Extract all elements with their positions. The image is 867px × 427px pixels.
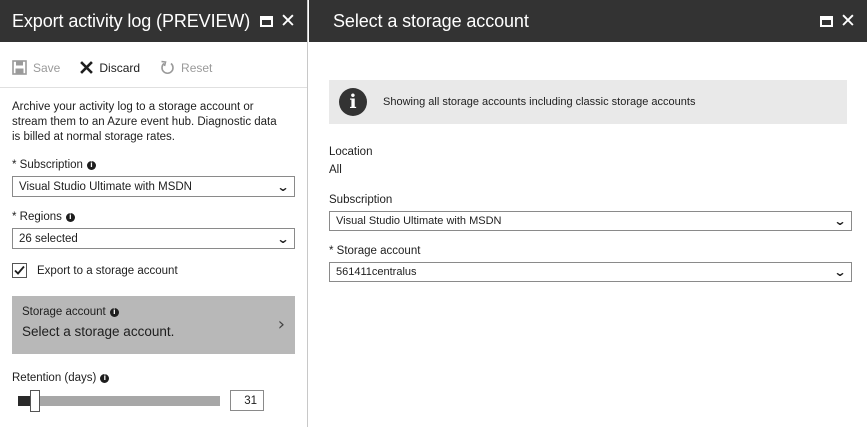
subscription-label-text: * Subscription — [12, 159, 83, 171]
discard-label: Discard — [99, 60, 141, 75]
reset-label: Reset — [181, 60, 213, 75]
command-bar: Save Discard Reset — [0, 48, 307, 88]
regions-dropdown[interactable]: 26 selected ⌄ — [12, 228, 295, 249]
close-button[interactable]: ✕ — [837, 10, 859, 32]
maximize-button[interactable] — [255, 10, 277, 32]
retention-label: Retention (days) i — [12, 372, 295, 384]
maximize-button[interactable] — [815, 10, 837, 32]
export-storage-label: Export to a storage account — [37, 264, 178, 277]
chevron-down-icon: ⌄ — [833, 214, 847, 228]
subscription-label: Subscription — [329, 194, 393, 206]
retention-days-input[interactable]: 31 — [230, 390, 264, 411]
description-text: Archive your activity log to a storage a… — [12, 101, 277, 143]
subscription-label: * Subscription i — [12, 159, 295, 171]
chevron-down-icon: ⌄ — [276, 231, 290, 246]
export-storage-row: Export to a storage account — [12, 263, 295, 278]
subscription-dropdown[interactable]: Visual Studio Ultimate with MSDN ⌄ — [329, 211, 852, 231]
export-activity-log-blade: Export activity log (PREVIEW) ✕ Save Dis… — [0, 0, 308, 427]
location-label: Location — [329, 146, 373, 158]
left-blade-title: Export activity log (PREVIEW) — [12, 10, 251, 31]
info-icon[interactable]: i — [109, 307, 119, 317]
chevron-down-icon: ⌄ — [833, 265, 847, 279]
retention-slider-row: 31 — [12, 389, 295, 412]
save-label: Save — [33, 60, 61, 75]
storage-account-label-text: Storage account — [22, 306, 106, 318]
retention-slider[interactable] — [18, 389, 220, 412]
info-banner-text: Showing all storage accounts including c… — [383, 96, 696, 108]
info-banner: i Showing all storage accounts including… — [329, 80, 847, 124]
info-icon[interactable]: i — [100, 373, 110, 383]
subscription-value: Visual Studio Ultimate with MSDN — [336, 215, 502, 227]
subscription-dropdown[interactable]: Visual Studio Ultimate with MSDN ⌄ — [12, 176, 295, 197]
select-storage-account-blade: Select a storage account ✕ i Showing all… — [309, 0, 867, 427]
retention-slider-thumb[interactable] — [30, 389, 40, 412]
retention-label-text: Retention (days) — [12, 372, 97, 384]
save-icon — [12, 60, 27, 75]
close-button[interactable]: ✕ — [277, 10, 299, 32]
info-icon[interactable]: i — [86, 160, 96, 170]
storage-account-label: * Storage account — [329, 245, 421, 257]
regions-label: * Regions i — [12, 211, 295, 223]
location-value: All — [329, 164, 342, 176]
storage-account-tile-label: Storage account i — [22, 306, 285, 318]
discard-icon — [80, 61, 94, 74]
regions-value: 26 selected — [19, 232, 78, 245]
info-icon[interactable]: i — [65, 212, 75, 222]
retention-slider-fill — [18, 395, 30, 406]
save-button[interactable]: Save — [12, 60, 60, 75]
close-icon: ✕ — [840, 9, 856, 32]
discard-button[interactable]: Discard — [80, 61, 140, 75]
subscription-value: Visual Studio Ultimate with MSDN — [19, 180, 192, 193]
storage-account-dropdown[interactable]: 561411centralus ⌄ — [329, 262, 852, 282]
left-blade-header: Export activity log (PREVIEW) ✕ — [0, 0, 307, 42]
maximize-icon — [819, 15, 833, 27]
storage-account-tile-value: Select a storage account. — [22, 324, 175, 339]
right-blade-header: Select a storage account ✕ — [309, 0, 867, 42]
storage-account-selector[interactable]: Storage account i Select a storage accou… — [12, 296, 295, 354]
chevron-right-icon: › — [277, 314, 285, 335]
maximize-icon — [259, 15, 273, 27]
checkmark-icon — [14, 265, 25, 275]
storage-account-value: 561411centralus — [336, 266, 417, 278]
chevron-down-icon: ⌄ — [276, 179, 290, 194]
close-icon: ✕ — [280, 9, 296, 32]
export-storage-checkbox[interactable] — [12, 263, 27, 278]
info-circle-icon: i — [339, 88, 367, 116]
regions-label-text: * Regions — [12, 211, 62, 223]
reset-icon — [160, 60, 175, 75]
right-blade-title: Select a storage account — [333, 10, 529, 31]
reset-button[interactable]: Reset — [160, 60, 212, 75]
